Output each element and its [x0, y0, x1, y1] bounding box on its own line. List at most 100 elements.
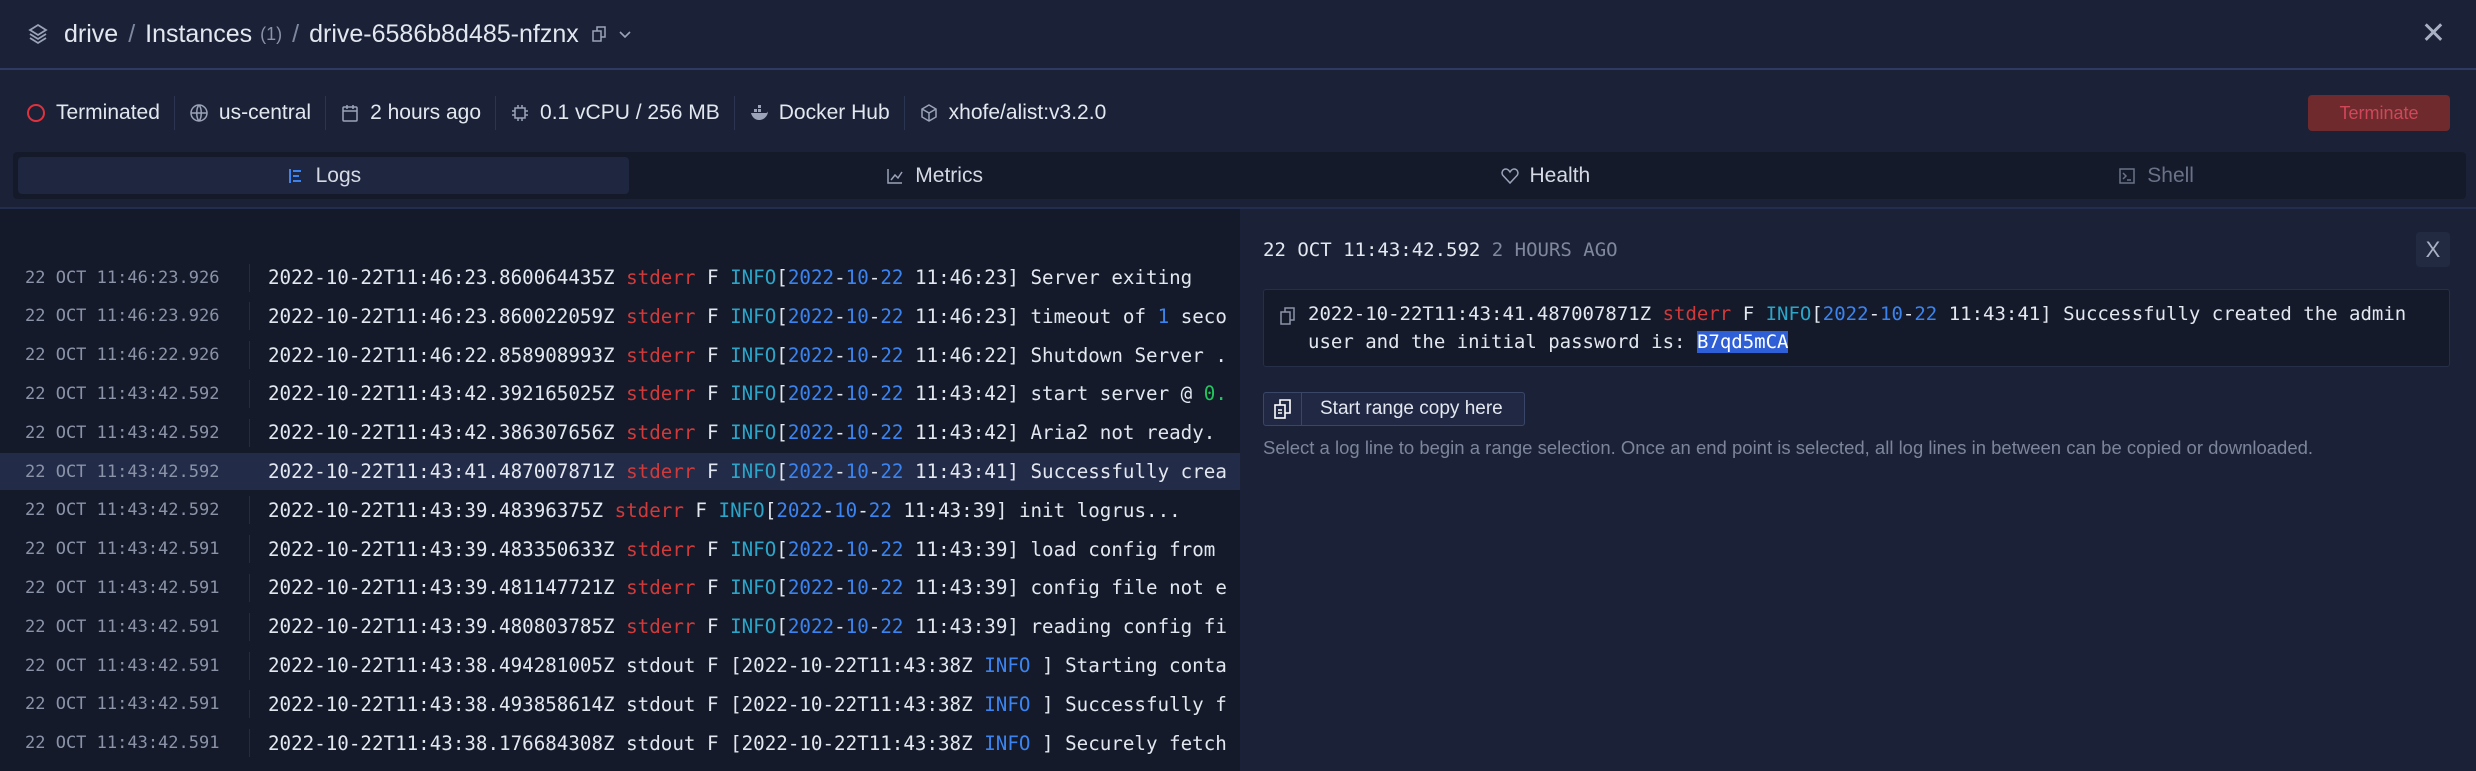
breadcrumb-header: drive / Instances (1) / drive-6586b8d485…	[0, 0, 2476, 70]
log-segment: 11:43:39] config file not e	[903, 576, 1227, 600]
log-segment: F	[695, 382, 731, 406]
log-row[interactable]: 22 OCT 11:43:42.591 2022-10-22T11:43:38.4…	[0, 647, 1240, 684]
breadcrumb-project[interactable]: drive	[64, 20, 118, 49]
start-range-copy-label: Start range copy here	[1320, 398, 1503, 419]
log-segment: 10	[845, 266, 869, 289]
tab-bar: Logs Metrics Health Shell	[13, 152, 2466, 199]
log-segment: 22	[880, 343, 904, 367]
log-message: 2022-10-22T11:46:23.860064435Z stderr F …	[250, 266, 1192, 289]
log-segment: stderr	[626, 266, 696, 289]
log-row[interactable]: 22 OCT 11:46:22.926 2022-10-22T11:46:22.8…	[0, 337, 1240, 374]
log-segment: INFO	[1765, 303, 1812, 325]
log-row[interactable]: 22 OCT 11:43:42.591 2022-10-22T11:43:38.1…	[0, 725, 1240, 762]
log-segment: 11:43:39] init logrus...	[891, 498, 1181, 522]
log-segment: 2022	[787, 382, 835, 406]
terminal-icon	[2117, 166, 2137, 186]
log-segment: 11:43:42] Aria2 not ready.	[903, 421, 1216, 445]
log-row[interactable]: 22 OCT 11:43:42.591 2022-10-22T11:43:39.4…	[0, 569, 1240, 606]
log-segment: 10	[845, 382, 869, 406]
log-segment: -	[868, 343, 881, 367]
log-segment: INFO	[730, 421, 777, 445]
log-segment: INFO	[984, 654, 1031, 677]
close-button[interactable]: ✕	[2421, 16, 2446, 51]
log-row[interactable]: 22 OCT 11:43:42.591 2022-10-22T11:43:39.4…	[0, 531, 1240, 568]
range-help-text: Select a log line to begin a range selec…	[1263, 437, 2314, 458]
log-row[interactable]: 22 OCT 11:46:23.926 2022-10-22T11:46:23.8…	[0, 298, 1240, 335]
log-segment: 2022	[787, 304, 835, 328]
log-row[interactable]: 22 OCT 11:43:42.591 2022-10-22T11:43:39.4…	[0, 608, 1240, 645]
layers-icon	[26, 22, 50, 46]
breadcrumb-separator: /	[128, 19, 136, 48]
log-row[interactable]: 22 OCT 11:43:42.592 2022-10-22T11:43:42.3…	[0, 414, 1240, 451]
log-timestamp: 22 OCT 11:46:23.926	[0, 263, 250, 292]
tab-shell[interactable]: Shell	[1850, 157, 2461, 194]
log-segment: 22	[880, 421, 904, 445]
log-row[interactable]: 22 OCT 11:43:42.592 2022-10-22T11:43:39.4…	[0, 492, 1240, 529]
log-segment: 10	[845, 343, 869, 367]
terminate-button[interactable]: Terminate	[2308, 95, 2450, 131]
log-segment: -	[834, 266, 846, 289]
image-text: xhofe/alist:v3.2.0	[948, 101, 1107, 124]
copy-icon[interactable]	[1280, 305, 1296, 325]
log-segment: F	[695, 460, 731, 483]
resources-item: 0.1 vCPU / 256 MB	[496, 96, 735, 130]
log-timestamp: 22 OCT 11:43:42.592	[0, 496, 250, 525]
log-segment: F	[1731, 303, 1766, 325]
log-segment: -	[834, 460, 846, 483]
breadcrumb-instances[interactable]: Instances	[145, 20, 252, 49]
log-segment: -	[834, 421, 846, 445]
registry-item: Docker Hub	[735, 96, 905, 130]
globe-icon	[189, 103, 209, 123]
tab-health[interactable]: Health	[1240, 157, 1851, 194]
tab-label: Health	[1529, 163, 1591, 187]
log-segment: F	[695, 266, 731, 289]
log-segment: 2022-10-22T11:43:38.176684308Z stdout F …	[268, 731, 985, 755]
tab-logs[interactable]: Logs	[18, 157, 629, 194]
instances-count: (1)	[260, 23, 283, 44]
resources-text: 0.1 vCPU / 256 MB	[540, 101, 720, 124]
log-segment: [	[776, 576, 788, 600]
log-segment: [	[776, 343, 788, 367]
log-segment: 2022	[787, 266, 835, 289]
log-segment: INFO	[730, 537, 777, 561]
log-row[interactable]: 22 OCT 11:43:42.591 2022-10-22T11:43:38.4…	[0, 686, 1240, 723]
log-segment: 22	[880, 576, 904, 600]
log-timestamp: 22 OCT 11:43:42.592	[0, 457, 250, 486]
log-list[interactable]: 22 OCT 11:46:23.926 2022-10-22T11:46:23.8…	[0, 209, 1240, 771]
start-range-copy-button[interactable]: Start range copy here	[1263, 392, 1525, 426]
log-segment: [	[776, 460, 788, 483]
log-segment: [	[776, 266, 788, 289]
log-segment: -	[868, 266, 881, 289]
log-segment: [	[764, 498, 777, 522]
detail-title: 22 OCT 11:43:42.592 2 HOURS AGO	[1263, 239, 1618, 261]
log-row[interactable]: 22 OCT 11:43:42.592 2022-10-22T11:43:42.3…	[0, 375, 1240, 412]
log-segment: stderr	[614, 498, 684, 522]
copy-icon[interactable]	[591, 26, 607, 42]
registry-text: Docker Hub	[778, 101, 890, 124]
log-timestamp: 22 OCT 11:43:42.591	[0, 612, 250, 641]
log-segment: 10	[834, 498, 858, 522]
log-segment: 11:43:42] start server @	[903, 382, 1204, 406]
detail-close-button[interactable]: X	[2416, 232, 2450, 267]
log-segment: -	[834, 343, 846, 367]
log-message: 2022-10-22T11:43:39.48396375Z stderr F I…	[250, 499, 1181, 522]
log-row[interactable]: 22 OCT 11:46:23.926 2022-10-22T11:46:23.8…	[0, 259, 1240, 296]
log-segment: stderr	[626, 343, 696, 367]
status-text: Terminated	[56, 101, 160, 124]
status-item: Terminated	[26, 96, 175, 130]
tab-metrics[interactable]: Metrics	[629, 157, 1240, 194]
log-segment: F	[695, 304, 731, 328]
log-segment: stderr	[626, 460, 696, 483]
log-segment: 10	[845, 304, 869, 328]
chevron-down-icon[interactable]	[617, 26, 633, 42]
log-segment: [	[776, 304, 788, 328]
log-segment: 2022	[787, 537, 835, 561]
log-row[interactable]: 22 OCT 11:43:42.592 2022-10-22T11:43:41.4…	[0, 453, 1240, 490]
log-message: 2022-10-22T11:43:39.480803785Z stderr F …	[250, 615, 1227, 638]
log-segment: stderr	[626, 304, 696, 328]
log-segment: 10	[1880, 303, 1903, 325]
log-segment: 2022-10-22T11:43:39.480803785Z	[268, 615, 627, 639]
log-segment: 2022	[787, 421, 835, 445]
log-segment: 2022-10-22T11:43:39.483350633Z	[268, 537, 627, 561]
log-message: 2022-10-22T11:46:23.860022059Z stderr F …	[250, 305, 1227, 328]
